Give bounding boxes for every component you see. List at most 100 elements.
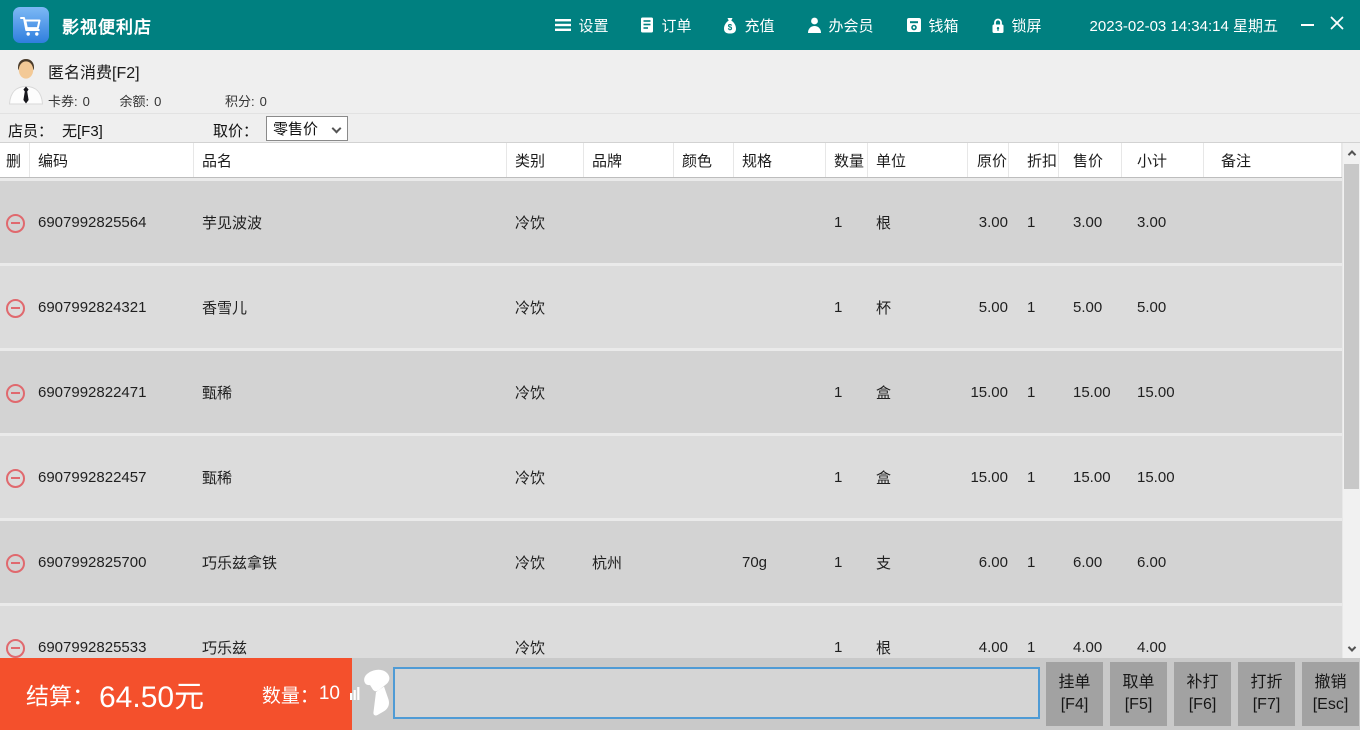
cell-unit: 支: [876, 554, 892, 572]
menu-item-settings[interactable]: 设置: [555, 15, 608, 36]
cell-spec: 70g: [742, 553, 768, 571]
pos-app: 影视便利店 设置 订单 $ 充值 办会员 钱箱 锁屏 2023-02-03 14…: [0, 0, 1360, 730]
cell-brand: 杭州: [592, 554, 623, 572]
cell-sale: 4.00: [1073, 638, 1103, 656]
cart-logo-icon: [13, 7, 49, 43]
col-header-discount: 折扣: [1009, 143, 1059, 177]
delete-item-button[interactable]: [0, 211, 30, 233]
checkout-total-block[interactable]: 结算： 64.50元 数量： 10: [0, 658, 352, 730]
delete-item-button[interactable]: [0, 551, 30, 573]
cell-category: 冷饮: [515, 384, 546, 402]
menu-label: 订单: [661, 17, 692, 35]
delete-item-button[interactable]: [0, 296, 30, 318]
cell-unit: 杯: [876, 299, 892, 317]
col-header-price: 原价: [968, 143, 1009, 177]
menu-label: 设置: [578, 17, 609, 35]
cell-sale: 3.00: [1073, 213, 1103, 231]
cell-qty: 1: [834, 553, 843, 571]
cell-code: 6907992825700: [38, 553, 147, 571]
cell-sale: 15.00: [1073, 468, 1111, 486]
cell-subtotal: 4.00: [1137, 638, 1167, 656]
table-row: 6907992825700 巧乐兹拿铁 冷饮 杭州 70g 1 支 6.00 1…: [0, 518, 1342, 603]
cell-price: 5.00: [978, 298, 1008, 316]
cancel-button[interactable]: 撤销 [Esc]: [1302, 662, 1359, 726]
table-row: 6907992822457 甄稀 冷饮 1 盒 15.00 1 15.00 15…: [0, 433, 1342, 518]
button-label: 补打: [1186, 674, 1219, 692]
cell-discount: 1: [1027, 383, 1036, 401]
points-label: 积分:: [224, 94, 255, 109]
clerk-select-button[interactable]: 无[F3]: [62, 120, 103, 141]
cell-category: 冷饮: [515, 639, 546, 657]
menu-item-recharge[interactable]: $ 充值: [723, 15, 775, 36]
cell-name: 芋见波波: [202, 214, 263, 232]
menu-item-cashdrawer[interactable]: 钱箱: [906, 15, 959, 36]
col-header-qty: 数量: [826, 143, 868, 177]
table-row: 6907992825564 芋见波波 冷饮 1 根 3.00 1 3.00 3.…: [0, 178, 1342, 263]
retrieve-order-button[interactable]: 取单 [F5]: [1110, 662, 1167, 726]
col-header-sale: 售价: [1059, 143, 1122, 177]
member-icon: [807, 17, 822, 33]
price-type-select[interactable]: 零售价: [266, 116, 348, 141]
cell-unit: 盒: [876, 384, 892, 402]
col-header-subtotal: 小计: [1122, 143, 1204, 177]
discount-button[interactable]: 打折 [F7]: [1238, 662, 1295, 726]
button-hotkey: [Esc]: [1312, 696, 1349, 713]
cell-qty: 1: [834, 638, 843, 656]
col-header-spec: 规格: [734, 143, 826, 177]
menu-item-lockscreen[interactable]: 锁屏: [991, 15, 1042, 36]
menu-label: 锁屏: [1011, 17, 1042, 35]
customer-stats: 卡券: 0 余额: 0 积分: 0: [48, 91, 293, 110]
balance-value: 0: [154, 94, 162, 109]
barcode-scanner-icon: [349, 666, 395, 722]
button-hotkey: [F6]: [1188, 696, 1217, 713]
menu-label: 钱箱: [928, 17, 959, 35]
minimize-icon: [1300, 24, 1314, 26]
receipt-icon: [640, 17, 654, 33]
menu-label: 办会员: [828, 17, 874, 35]
cell-category: 冷饮: [515, 554, 546, 572]
minimize-button[interactable]: [1292, 0, 1322, 50]
cell-qty: 1: [834, 213, 843, 231]
delete-item-button[interactable]: [0, 381, 30, 403]
cell-code: 6907992824321: [38, 298, 147, 316]
footer-bar: 结算： 64.50元 数量： 10 挂单 [F4] 取单 [F5] 补打 [F6…: [0, 658, 1360, 730]
button-hotkey: [F4]: [1060, 696, 1089, 713]
barcode-input[interactable]: [393, 667, 1040, 719]
menu-item-membership[interactable]: 办会员: [807, 15, 874, 36]
remove-icon: [6, 468, 25, 488]
titlebar-menu: 设置 订单 $ 充值 办会员 钱箱 锁屏: [555, 15, 1042, 36]
scrollbar-up-button[interactable]: [1343, 144, 1360, 161]
balance-label: 余额:: [119, 94, 150, 109]
scrollbar-down-button[interactable]: [1343, 640, 1360, 657]
cell-price: 6.00: [978, 553, 1008, 571]
lock-icon: [991, 17, 1005, 34]
cell-code: 6907992825564: [38, 213, 147, 231]
close-button[interactable]: [1322, 0, 1352, 50]
button-hotkey: [F5]: [1124, 696, 1153, 713]
price-type-value: 零售价: [273, 121, 319, 138]
quantity-group: 数量： 10: [262, 681, 352, 708]
cell-discount: 1: [1027, 553, 1036, 571]
hold-order-button[interactable]: 挂单 [F4]: [1046, 662, 1103, 726]
cell-name: 巧乐兹拿铁: [202, 554, 278, 572]
anonymous-customer-button[interactable]: 匿名消费[F2]: [48, 59, 140, 83]
button-label: 撤销: [1314, 674, 1347, 692]
cell-subtotal: 15.00: [1137, 468, 1175, 486]
scrollbar-thumb[interactable]: [1344, 164, 1359, 489]
table-body: 6907992825564 芋见波波 冷饮 1 根 3.00 1 3.00 3.…: [0, 178, 1342, 658]
remove-icon: [6, 213, 25, 233]
delete-item-button[interactable]: [0, 636, 30, 658]
reprint-button[interactable]: 补打 [F6]: [1174, 662, 1231, 726]
cell-sale: 15.00: [1073, 383, 1111, 401]
delete-item-button[interactable]: [0, 466, 30, 488]
button-hotkey: [F7]: [1252, 696, 1281, 713]
menu-item-orders[interactable]: 订单: [640, 15, 691, 36]
table-scrollbar[interactable]: [1343, 143, 1360, 658]
cell-subtotal: 6.00: [1137, 553, 1167, 571]
button-label: 取单: [1122, 674, 1155, 692]
cell-discount: 1: [1027, 638, 1036, 656]
col-header-code: 编码: [30, 143, 194, 177]
close-icon: [1330, 16, 1344, 35]
cell-price: 15.00: [970, 383, 1008, 401]
price-type-label: 取价：: [213, 123, 259, 140]
